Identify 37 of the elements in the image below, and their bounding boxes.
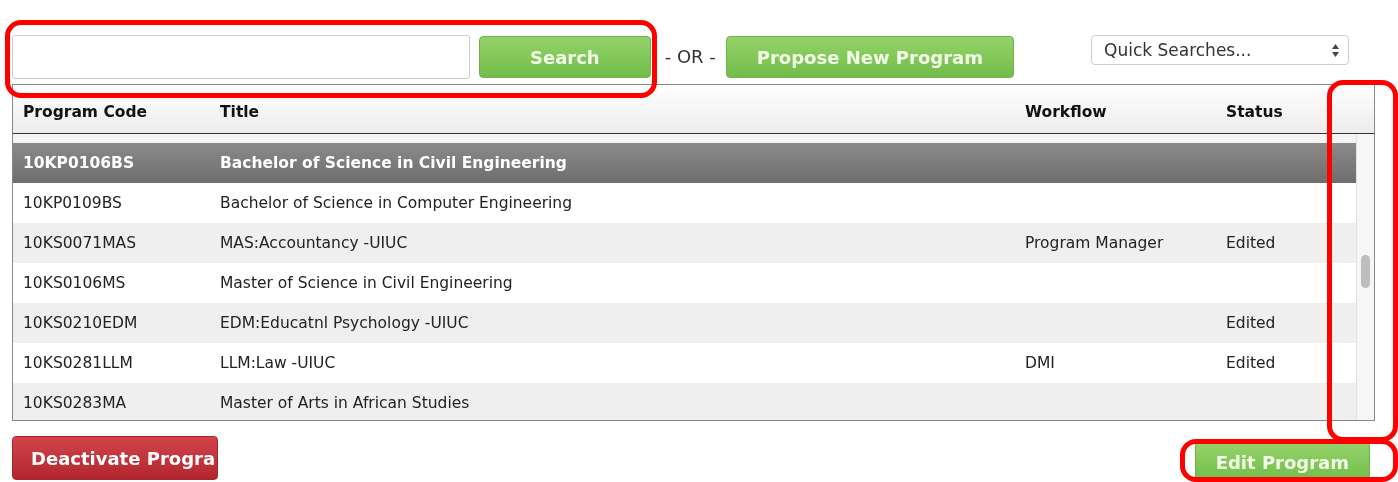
table-row[interactable]: 10KS0281LLM LLM:Law -UIUC DMI Edited	[13, 343, 1356, 384]
table-cell-text: Master of Science in Civil Engineering	[219, 274, 514, 293]
table-cell-text: 10KP0106BS	[22, 154, 136, 173]
table-row[interactable]: 10KP0109BS Bachelor of Science in Computer Engineering	[13, 183, 1356, 224]
column-header[interactable]: Program Code	[23, 103, 148, 122]
table-cell-text: MAS:Accountancy -UIUC	[219, 234, 409, 253]
table-cell-text: Edited	[1225, 314, 1277, 333]
table-cell-text: 10KS0106MS	[22, 274, 127, 293]
table-row[interactable]: 10KS0071MAS MAS:Accountancy -UIUC Program Manager Edited	[13, 223, 1356, 264]
table-row[interactable]: 10KS0283MA Master of Arts in African Studies	[13, 383, 1356, 420]
or-separator: - OR -	[664, 46, 716, 67]
table-cell-text: 10KS0283MA	[22, 394, 128, 413]
table-row[interactable]: 10KP0106BS Bachelor of Science in Civil Engineering	[13, 143, 1356, 184]
column-header[interactable]: Workflow	[1025, 103, 1107, 122]
table-cell-text: Bachelor of Science in Computer Engineering	[219, 194, 574, 213]
deactivate-program-button[interactable]: Deactivate Progra	[12, 436, 219, 480]
table-cell-text: Edited	[1225, 234, 1277, 253]
table-cell-text: 10KS0071MAS	[22, 234, 137, 253]
scrollbar[interactable]	[1356, 134, 1374, 420]
table-cell-text: Master of Arts in African Studies	[219, 394, 471, 413]
updown-caret-icon	[1331, 42, 1340, 58]
column-header[interactable]: Status	[1226, 103, 1283, 122]
table-cell-text: 10KS0210EDM	[22, 314, 139, 333]
table-cell-text: Edited	[1225, 354, 1277, 373]
quick-searches-dropdown[interactable]: Quick Searches...	[1091, 35, 1349, 65]
table-cell-text: Program Manager	[1024, 234, 1165, 253]
table-cell-text: LLM:Law -UIUC	[219, 354, 337, 373]
table-cell-text: EDM:Educatnl Psychology -UIUC	[219, 314, 470, 333]
table-cell-text: Bachelor of Science in Civil Engineering	[219, 154, 568, 173]
scrollbar-thumb[interactable]	[1361, 255, 1370, 289]
table-row[interactable]: 10KS0106MS Master of Science in Civil Engineering	[13, 263, 1356, 304]
table-cell-text: 10KS0281LLM	[22, 354, 134, 373]
column-header[interactable]: Title	[220, 103, 260, 122]
table-row[interactable]: 10KS0210EDM EDM:Educatnl Psychology -UIUC Edited	[13, 303, 1356, 344]
search-field[interactable]	[12, 35, 470, 79]
table-cell-text: 10KP0109BS	[22, 194, 123, 213]
table-cell-text: DMI	[1024, 354, 1056, 373]
